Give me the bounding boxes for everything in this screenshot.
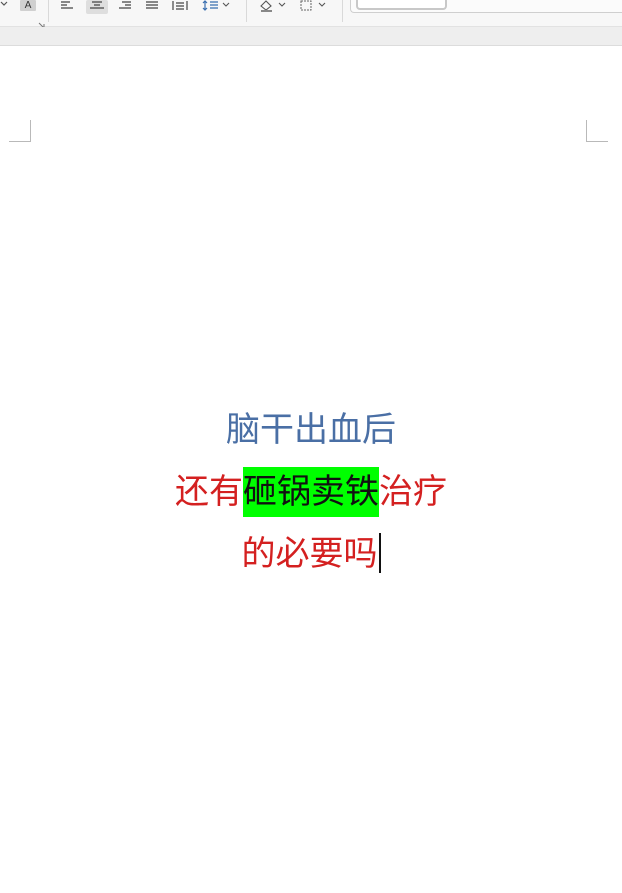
text-run-title: 脑干出血后 [226, 410, 396, 450]
text-run: 还有 [175, 472, 243, 512]
text-run: 治疗 [379, 472, 447, 512]
style-preview-normal[interactable] [356, 0, 447, 10]
doc-line-2[interactable]: 还有砸锅卖铁治疗 [0, 461, 622, 523]
align-center-icon[interactable] [86, 0, 108, 14]
font-color-letter: A [24, 0, 32, 11]
justify-icon[interactable] [143, 0, 161, 14]
doc-line-3[interactable]: 的必要吗 [0, 523, 622, 585]
group-separator [246, 0, 247, 22]
distributed-align-icon[interactable] [170, 0, 190, 14]
document-body[interactable]: 脑干出血后 还有砸锅卖铁治疗 的必要吗 [0, 399, 622, 585]
document-area-background [0, 27, 622, 46]
margin-corner-top-left [9, 120, 31, 142]
styles-gallery[interactable] [350, 0, 622, 13]
line-spacing-icon[interactable] [200, 0, 232, 14]
shading-icon[interactable] [258, 0, 288, 14]
group-separator [342, 0, 343, 22]
margin-corner-top-right [586, 120, 608, 142]
group-separator [48, 0, 49, 22]
text-cursor [378, 533, 381, 573]
paragraph-dialog-launcher-icon[interactable] [236, 14, 243, 21]
borders-icon[interactable] [298, 0, 328, 14]
font-color-button[interactable]: A [20, 0, 36, 11]
word-processor-window: A 脑干出血后 还有砸锅卖铁治疗 的必要吗 [0, 0, 622, 893]
align-right-icon[interactable] [116, 0, 134, 14]
highlighted-text-run: 砸锅卖铁 [243, 467, 379, 517]
ribbon-toolbar: A [0, 0, 622, 29]
font-dialog-launcher-icon[interactable] [38, 14, 45, 29]
align-left-icon[interactable] [58, 0, 76, 14]
doc-line-1[interactable]: 脑干出血后 [0, 399, 622, 461]
text-run: 的必要吗 [241, 534, 378, 574]
chevron-down-icon[interactable] [0, 0, 8, 14]
document-page[interactable]: 脑干出血后 还有砸锅卖铁治疗 的必要吗 [0, 46, 622, 893]
